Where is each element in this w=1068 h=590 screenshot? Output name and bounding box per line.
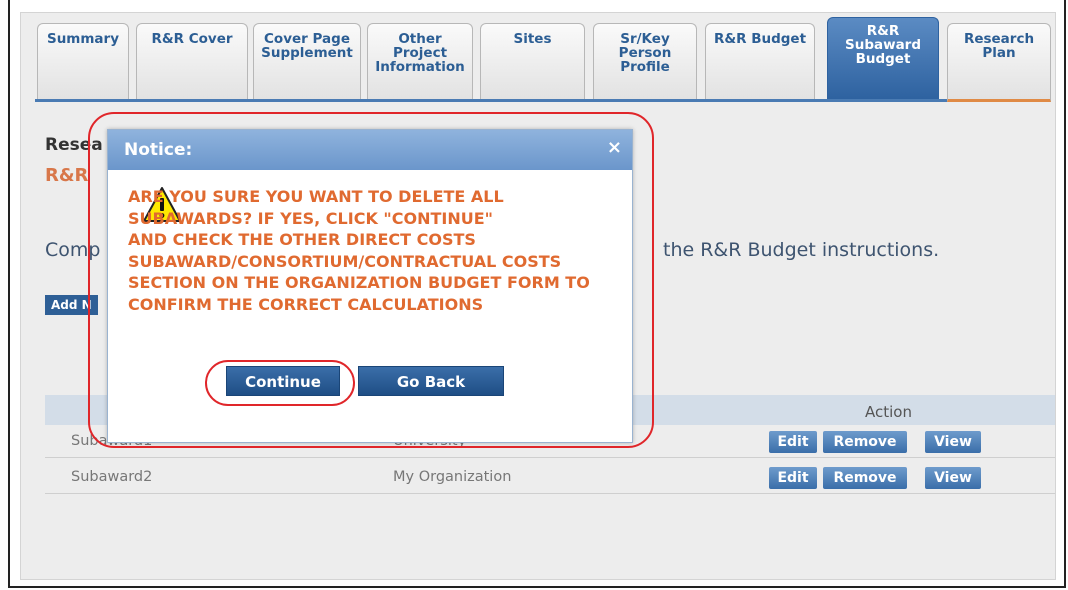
- instructions-text-left: Comp: [45, 239, 101, 261]
- tab-research-plan[interactable]: Research Plan: [947, 23, 1051, 102]
- tab-other-project-information[interactable]: Other Project Information: [367, 23, 473, 99]
- continue-button[interactable]: Continue: [226, 366, 340, 396]
- tab-bar: Summary R&R Cover Cover Page Supplement …: [35, 17, 1051, 102]
- tab-rr-subaward-budget[interactable]: R&R Subaward Budget: [827, 17, 939, 99]
- remove-button[interactable]: Remove: [823, 431, 907, 453]
- subaward-organization: My Organization: [393, 469, 512, 485]
- dialog-message: ARE YOU SURE YOU WANT TO DELETE ALL SUBA…: [128, 187, 590, 314]
- go-back-button[interactable]: Go Back: [358, 366, 504, 396]
- section-heading: Resea: [45, 135, 103, 155]
- tab-sr-key-person-profile[interactable]: Sr/Key Person Profile: [593, 23, 697, 99]
- add-new-button[interactable]: Add N: [45, 295, 98, 315]
- remove-button[interactable]: Remove: [823, 467, 907, 489]
- notice-dialog: Notice: × ARE YOU SURE YOU WANT TO DELET…: [107, 129, 633, 443]
- tab-cover-page-supplement[interactable]: Cover Page Supplement: [253, 23, 361, 99]
- tab-summary[interactable]: Summary: [37, 23, 129, 99]
- view-button[interactable]: View: [925, 467, 981, 489]
- close-icon[interactable]: ×: [607, 137, 622, 158]
- subaward-name: Subaward2: [71, 469, 153, 485]
- tab-rr-budget[interactable]: R&R Budget: [705, 23, 815, 99]
- dialog-title-bar: Notice: ×: [108, 130, 632, 170]
- action-column-header: Action: [865, 403, 912, 421]
- table-row: Subaward2 My Organization Edit Remove Vi…: [45, 463, 1055, 494]
- tab-sites[interactable]: Sites: [480, 23, 585, 99]
- instructions-text-right: the R&R Budget instructions.: [663, 239, 940, 261]
- view-button[interactable]: View: [925, 431, 981, 453]
- section-subheading: R&R: [45, 165, 89, 186]
- dialog-title: Notice:: [124, 140, 193, 160]
- tab-rr-cover[interactable]: R&R Cover: [136, 23, 248, 99]
- edit-button[interactable]: Edit: [769, 431, 817, 453]
- edit-button[interactable]: Edit: [769, 467, 817, 489]
